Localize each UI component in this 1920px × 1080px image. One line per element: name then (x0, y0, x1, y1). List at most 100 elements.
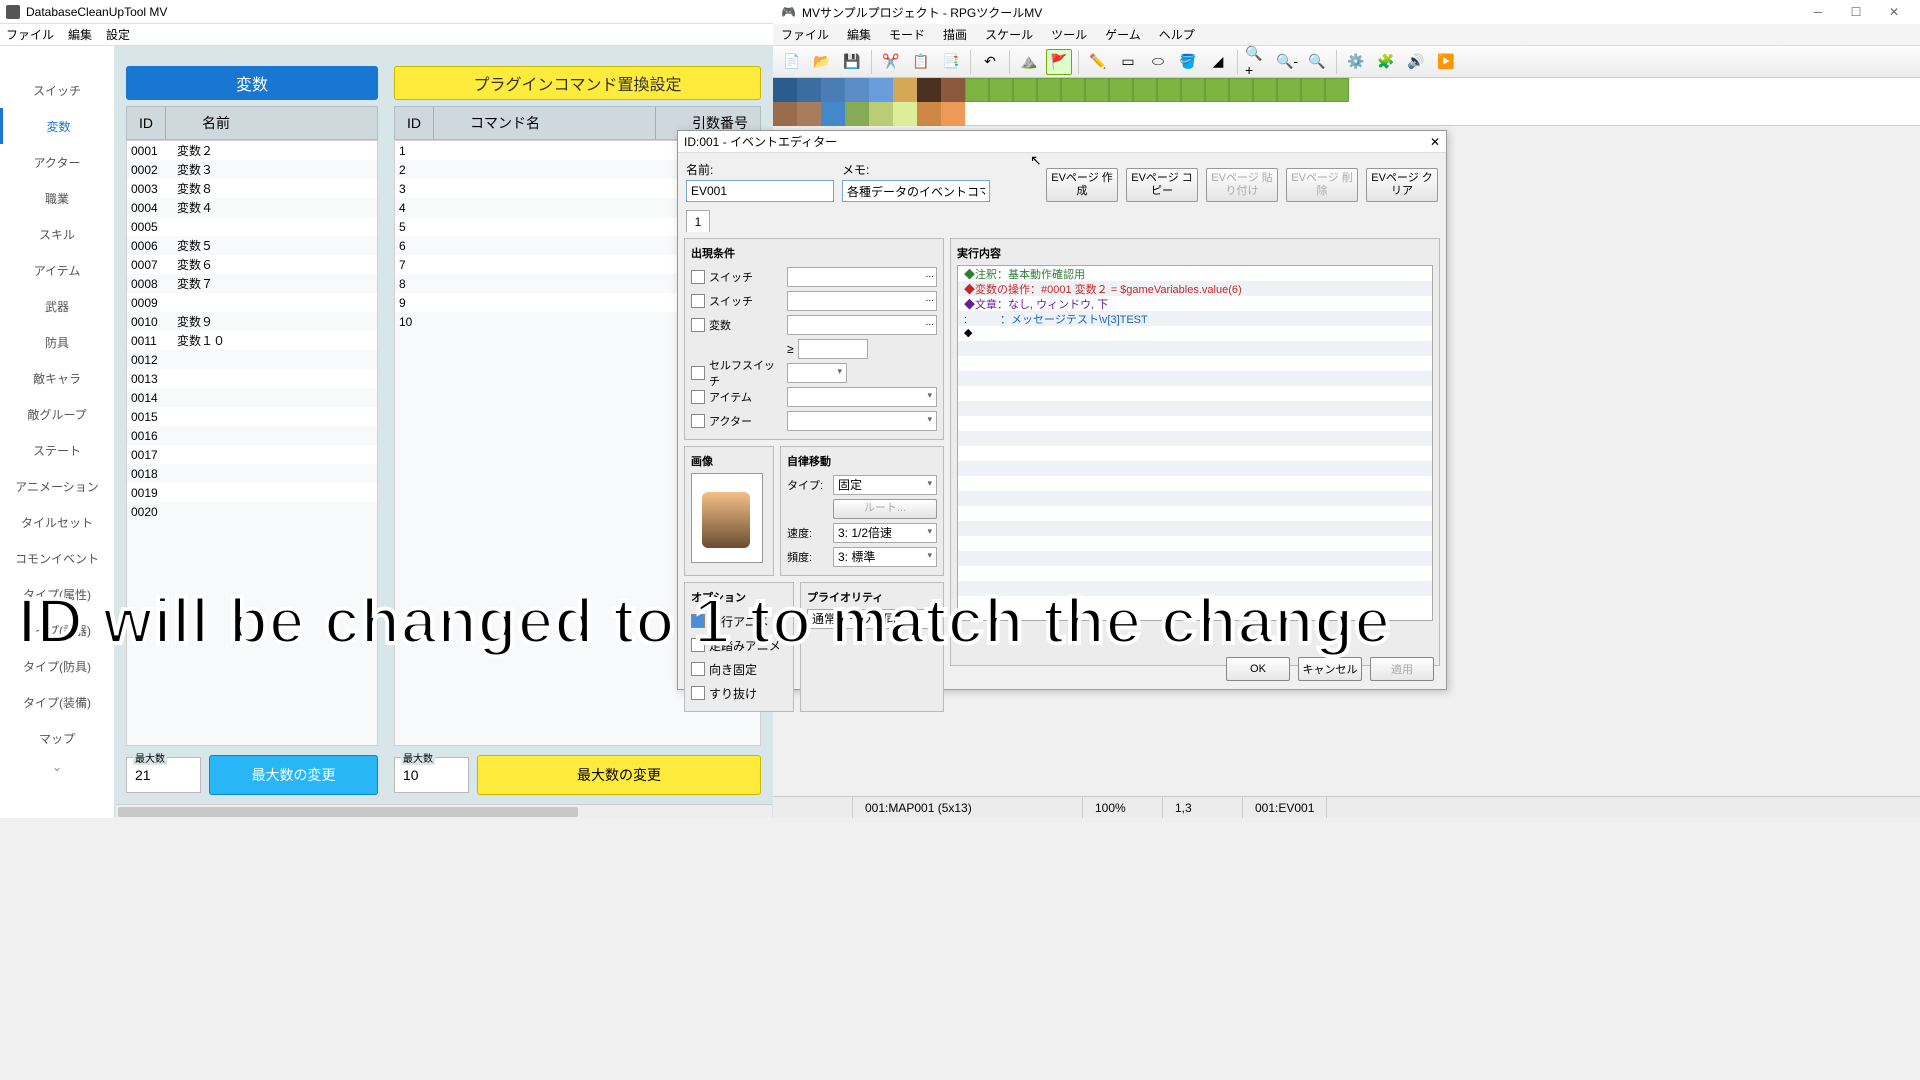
minimize-button[interactable]: ─ (1800, 2, 1836, 22)
exec-line[interactable]: ◆文章：なし, ウィンドウ, 下 (958, 296, 1432, 311)
event-mode-icon[interactable]: 🚩 (1046, 49, 1072, 75)
opt-through-chk[interactable] (691, 686, 705, 700)
cond-actor-chk[interactable] (691, 414, 705, 428)
tile[interactable] (821, 102, 845, 126)
list-item[interactable]: 0008変数７ (127, 274, 377, 293)
list-item[interactable]: 0005 (127, 217, 377, 236)
menu-item[interactable]: スケール (985, 26, 1033, 43)
sidebar-item[interactable]: アニメーション (0, 468, 114, 504)
sidebar-item[interactable]: 変数 (0, 108, 114, 144)
list-item[interactable]: 0003変数８ (127, 179, 377, 198)
fill-icon[interactable]: 🪣 (1175, 49, 1201, 75)
menu-settings[interactable]: 設定 (106, 26, 130, 43)
sidebar-item[interactable]: タイプ(装備) (0, 684, 114, 720)
list-item[interactable]: 0010変数９ (127, 312, 377, 331)
right-toolbar[interactable]: 📄 📂 💾 ✂️ 📋 📑 ↶ ⛰️ 🚩 ✏️ ▭ ⬭ 🪣 ◢ 🔍+ 🔍- 🔍 ⚙… (773, 46, 1920, 78)
exec-list[interactable]: ◆注釈：基本動作確認用◆変数の操作：#0001 変数２ = $gameVaria… (957, 265, 1433, 621)
copy-icon[interactable]: 📋 (908, 49, 934, 75)
cond-item-dd[interactable] (787, 387, 937, 407)
tile[interactable] (1181, 78, 1205, 102)
evpage-tabs[interactable]: 1 (678, 210, 1446, 232)
tile[interactable] (1133, 78, 1157, 102)
undo-icon[interactable]: ↶ (977, 49, 1003, 75)
tile[interactable] (941, 102, 965, 126)
var-max-field[interactable]: 最大数 (126, 757, 201, 793)
tile[interactable] (941, 78, 965, 102)
tile[interactable] (773, 102, 797, 126)
move-speed-dd[interactable]: 3: 1/2倍速 (833, 523, 937, 543)
menu-item[interactable]: ファイル (781, 26, 829, 43)
ok-button[interactable]: OK (1226, 657, 1290, 681)
paste-icon[interactable]: 📑 (938, 49, 964, 75)
sidebar-item[interactable]: 敵キャラ (0, 360, 114, 396)
close-button[interactable]: ✕ (1876, 2, 1912, 22)
left-menubar[interactable]: ファイル 編集 設定 (0, 24, 773, 46)
plugin-max-field[interactable]: 最大数 (394, 757, 469, 793)
cond-var-value[interactable] (798, 339, 868, 359)
sidebar-item[interactable]: 防具 (0, 324, 114, 360)
menu-item[interactable]: モード (889, 26, 925, 43)
tile[interactable] (797, 102, 821, 126)
menu-item[interactable]: ツール (1051, 26, 1087, 43)
menu-item[interactable]: 描画 (943, 26, 967, 43)
tile[interactable] (845, 102, 869, 126)
maximize-button[interactable]: ☐ (1838, 2, 1874, 22)
tile[interactable] (773, 78, 797, 102)
tile[interactable] (1013, 78, 1037, 102)
cut-icon[interactable]: ✂️ (878, 49, 904, 75)
sidebar-item[interactable]: 武器 (0, 288, 114, 324)
tile[interactable] (917, 78, 941, 102)
event-memo-input[interactable] (842, 180, 990, 202)
cond-var-chk[interactable] (691, 318, 705, 332)
pencil-icon[interactable]: ✏️ (1085, 49, 1111, 75)
move-freq-dd[interactable]: 3: 標準 (833, 547, 937, 567)
close-icon[interactable]: ✕ (1430, 135, 1440, 149)
rect-icon[interactable]: ▭ (1115, 49, 1141, 75)
list-item[interactable]: 0016 (127, 426, 377, 445)
opt-dir-chk[interactable] (691, 662, 705, 676)
move-type-dd[interactable]: 固定 (833, 475, 937, 495)
list-item[interactable]: 0019 (127, 483, 377, 502)
sidebar-item[interactable]: コモンイベント (0, 540, 114, 576)
menu-file[interactable]: ファイル (6, 26, 54, 43)
play-icon[interactable]: ▶️ (1433, 49, 1459, 75)
exec-line[interactable]: ◆注釈：基本動作確認用 (958, 266, 1432, 281)
sidebar-item[interactable]: ステート (0, 432, 114, 468)
sidebar-item[interactable]: 敵グループ (0, 396, 114, 432)
list-item[interactable]: 0012 (127, 350, 377, 369)
list-item[interactable]: 0007変数６ (127, 255, 377, 274)
tile[interactable] (1061, 78, 1085, 102)
tileset-bar[interactable] (773, 78, 1920, 126)
zoom-actual-icon[interactable]: 🔍 (1304, 49, 1330, 75)
shadow-icon[interactable]: ◢ (1205, 49, 1231, 75)
exec-line[interactable]: ◆変数の操作：#0001 変数２ = $gameVariables.value(… (958, 281, 1432, 296)
tile[interactable] (989, 78, 1013, 102)
event-image[interactable] (691, 473, 763, 563)
sidebar-item[interactable]: タイルセット (0, 504, 114, 540)
map-mode-icon[interactable]: ⛰️ (1016, 49, 1042, 75)
exec-line[interactable]: ◆ (958, 326, 1432, 341)
list-item[interactable]: 0018 (127, 464, 377, 483)
menu-item[interactable]: ヘルプ (1159, 26, 1195, 43)
left-hscrollbar[interactable] (116, 804, 772, 818)
tile[interactable] (797, 78, 821, 102)
list-item[interactable]: 0017 (127, 445, 377, 464)
evpage-new-button[interactable]: EVページ 作成 (1046, 168, 1118, 202)
list-item[interactable]: 0011変数１０ (127, 331, 377, 350)
tile[interactable] (1157, 78, 1181, 102)
chevron-down-icon[interactable]: ⌄ (0, 760, 114, 774)
tile[interactable] (1109, 78, 1133, 102)
list-item[interactable]: 0014 (127, 388, 377, 407)
tile[interactable] (1085, 78, 1109, 102)
sidebar-item[interactable]: スイッチ (0, 72, 114, 108)
tile[interactable] (1301, 78, 1325, 102)
tile[interactable] (893, 78, 917, 102)
menu-item[interactable]: ゲーム (1105, 26, 1141, 43)
list-item[interactable]: 0009 (127, 293, 377, 312)
tile[interactable] (845, 78, 869, 102)
sidebar-item[interactable]: マップ (0, 720, 114, 756)
right-menubar[interactable]: ファイル編集モード描画スケールツールゲームヘルプ (773, 24, 1920, 46)
evpage-copy-button[interactable]: EVページ コピー (1126, 168, 1198, 202)
sidebar-item[interactable]: アイテム (0, 252, 114, 288)
tile[interactable] (821, 78, 845, 102)
